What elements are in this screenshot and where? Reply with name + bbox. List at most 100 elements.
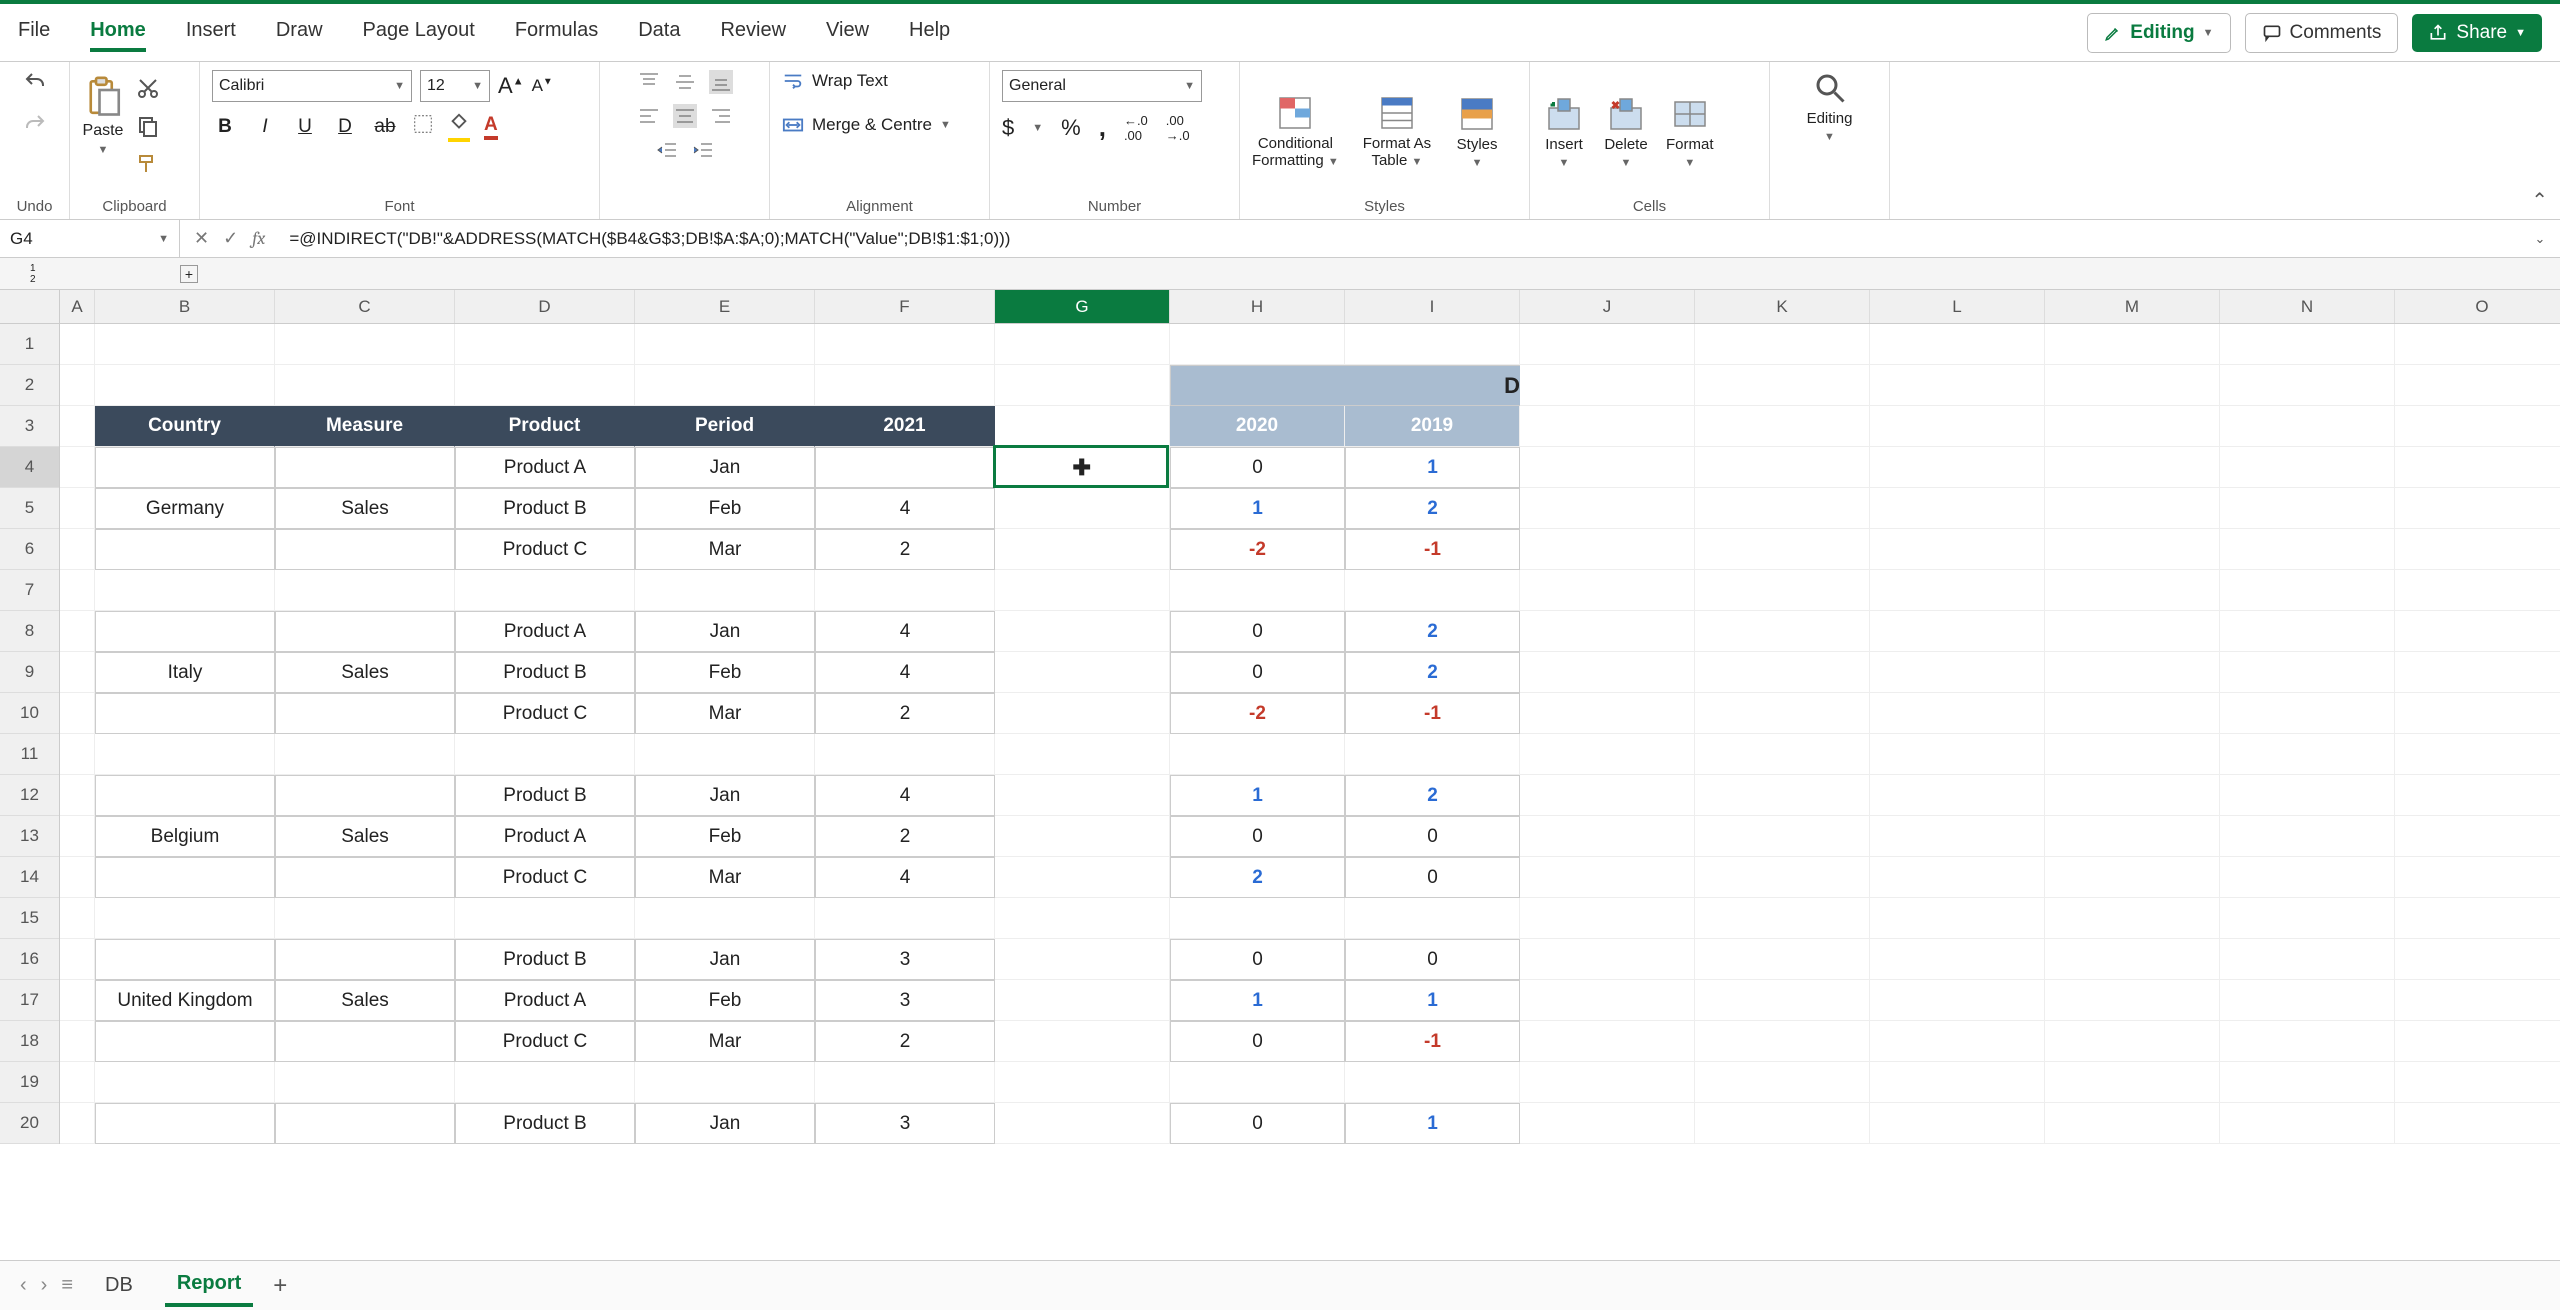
- cell[interactable]: [995, 488, 1170, 529]
- cell[interactable]: -2: [1170, 529, 1345, 570]
- cell[interactable]: [2395, 980, 2560, 1021]
- cell[interactable]: [1695, 365, 1870, 406]
- cell[interactable]: Sales: [275, 488, 455, 529]
- cell[interactable]: [60, 652, 95, 693]
- currency-button[interactable]: $: [1002, 115, 1014, 141]
- cell[interactable]: United Kingdom: [95, 980, 275, 1021]
- row-header[interactable]: 6: [0, 529, 59, 570]
- cell[interactable]: [1695, 570, 1870, 611]
- cell[interactable]: [1520, 406, 1695, 447]
- cell[interactable]: [2220, 857, 2395, 898]
- cell[interactable]: [275, 570, 455, 611]
- align-top-icon[interactable]: [637, 70, 661, 94]
- cell[interactable]: [2395, 529, 2560, 570]
- cell[interactable]: [1695, 1062, 1870, 1103]
- font-size-select[interactable]: 12▼: [420, 70, 490, 102]
- cell[interactable]: 1: [1345, 447, 1520, 488]
- cell[interactable]: 1: [1170, 980, 1345, 1021]
- column-header[interactable]: G: [995, 290, 1170, 323]
- sheet-tab-report[interactable]: Report: [165, 1264, 253, 1307]
- row-header[interactable]: 15: [0, 898, 59, 939]
- undo-icon[interactable]: [21, 70, 49, 94]
- cell[interactable]: [815, 570, 995, 611]
- column-header[interactable]: I: [1345, 290, 1520, 323]
- cell[interactable]: [1520, 980, 1695, 1021]
- cell[interactable]: [455, 365, 635, 406]
- cell[interactable]: [635, 734, 815, 775]
- cell[interactable]: Product B: [455, 939, 635, 980]
- cell[interactable]: [1695, 529, 1870, 570]
- cell[interactable]: [60, 1062, 95, 1103]
- cell[interactable]: [995, 365, 1170, 406]
- cell[interactable]: [455, 1062, 635, 1103]
- cell[interactable]: [95, 529, 275, 570]
- cell[interactable]: 2019: [1345, 406, 1520, 447]
- cell[interactable]: [275, 939, 455, 980]
- cell[interactable]: [60, 734, 95, 775]
- cell[interactable]: 3: [815, 980, 995, 1021]
- cell[interactable]: [1870, 1021, 2045, 1062]
- percent-button[interactable]: %: [1061, 115, 1081, 141]
- cell[interactable]: 2: [1345, 488, 1520, 529]
- cell[interactable]: [995, 406, 1170, 447]
- cell[interactable]: [275, 447, 455, 488]
- column-header[interactable]: O: [2395, 290, 2560, 323]
- tab-insert[interactable]: Insert: [186, 13, 236, 52]
- format-painter-icon[interactable]: [136, 152, 160, 176]
- increase-font-icon[interactable]: A▲: [498, 73, 524, 99]
- cell[interactable]: 2020: [1170, 406, 1345, 447]
- cell[interactable]: Period: [635, 406, 815, 447]
- cell[interactable]: [1520, 324, 1695, 365]
- cell[interactable]: [275, 529, 455, 570]
- cell[interactable]: [1695, 406, 1870, 447]
- cell[interactable]: [1695, 1103, 1870, 1144]
- cell[interactable]: [2395, 857, 2560, 898]
- share-button[interactable]: Share ▼: [2412, 14, 2542, 52]
- cell[interactable]: [815, 447, 995, 488]
- cell[interactable]: Jan: [635, 775, 815, 816]
- select-all-corner[interactable]: [0, 290, 60, 324]
- conditional-formatting-button[interactable]: ConditionalFormatting ▼: [1252, 95, 1339, 169]
- decrease-font-icon[interactable]: A▼: [532, 76, 553, 96]
- cell[interactable]: [95, 365, 275, 406]
- cell[interactable]: [2045, 447, 2220, 488]
- cell[interactable]: [455, 898, 635, 939]
- editing-dropdown-button[interactable]: Editing ▼: [1807, 70, 1853, 143]
- tab-formulas[interactable]: Formulas: [515, 13, 598, 52]
- decrease-indent-icon[interactable]: [655, 138, 679, 162]
- delete-cells-button[interactable]: Delete ▼: [1604, 96, 1648, 169]
- cell[interactable]: Product B: [455, 775, 635, 816]
- cell[interactable]: [1520, 447, 1695, 488]
- cell[interactable]: [275, 693, 455, 734]
- row-header[interactable]: 11: [0, 734, 59, 775]
- cell[interactable]: -1: [1345, 529, 1520, 570]
- mode-editing-button[interactable]: Editing ▼: [2087, 13, 2230, 53]
- cell[interactable]: [995, 734, 1170, 775]
- decrease-decimal-button[interactable]: .00→.0: [1166, 113, 1190, 143]
- cell[interactable]: 1: [1345, 980, 1520, 1021]
- redo-icon[interactable]: [21, 112, 49, 136]
- font-color-button[interactable]: A: [484, 114, 498, 140]
- cell[interactable]: [275, 898, 455, 939]
- insert-cells-button[interactable]: Insert ▼: [1542, 96, 1586, 169]
- cell[interactable]: [60, 1103, 95, 1144]
- cell[interactable]: [1520, 693, 1695, 734]
- cell[interactable]: [1520, 1062, 1695, 1103]
- cell[interactable]: -1: [1345, 1021, 1520, 1062]
- cell[interactable]: [995, 939, 1170, 980]
- cell[interactable]: [2045, 1062, 2220, 1103]
- cell[interactable]: Product C: [455, 529, 635, 570]
- cell[interactable]: 0: [1170, 447, 1345, 488]
- add-sheet-button[interactable]: +: [273, 1272, 287, 1300]
- cell[interactable]: [2395, 816, 2560, 857]
- format-cells-button[interactable]: Format ▼: [1666, 96, 1714, 169]
- cell[interactable]: [2045, 857, 2220, 898]
- cell[interactable]: [635, 324, 815, 365]
- name-box[interactable]: G4▼: [0, 220, 180, 257]
- cell[interactable]: [2395, 693, 2560, 734]
- comma-button[interactable]: ,: [1099, 112, 1106, 143]
- cell[interactable]: Mar: [635, 693, 815, 734]
- cell[interactable]: [995, 816, 1170, 857]
- align-middle-icon[interactable]: [673, 70, 697, 94]
- cell[interactable]: [1170, 324, 1345, 365]
